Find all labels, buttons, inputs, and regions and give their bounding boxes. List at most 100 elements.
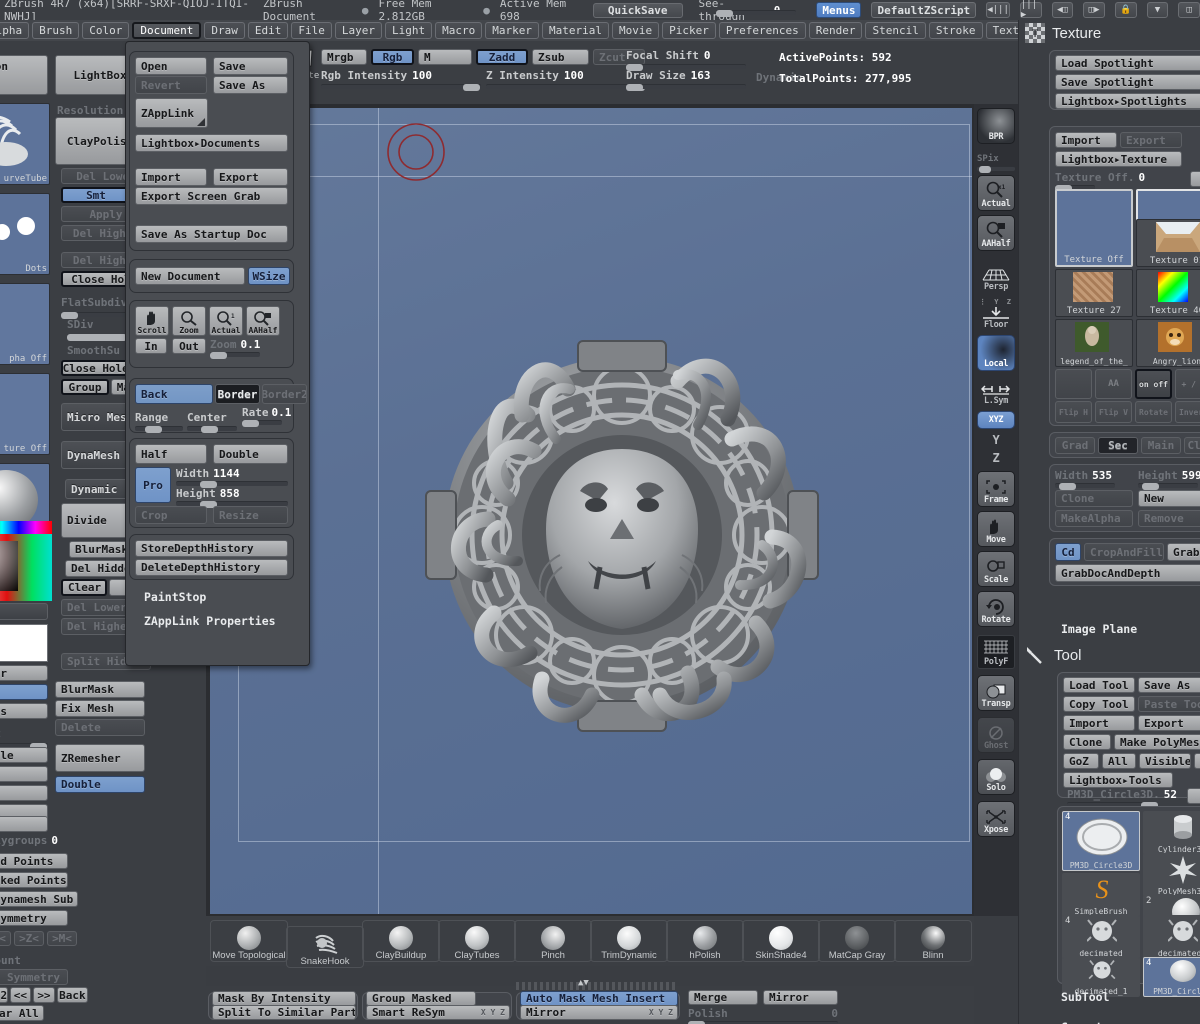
grad-button[interactable]: Grad	[1055, 437, 1095, 454]
document-canvas[interactable]	[210, 108, 972, 914]
lsym-button[interactable]: L.Sym	[977, 377, 1015, 407]
tool-thumb-0[interactable]: 4 PM3D_Circle3D	[1062, 811, 1140, 871]
save-spotlight-button[interactable]: Save Spotlight	[1055, 74, 1200, 90]
texture-export-button[interactable]: Export	[1120, 132, 1182, 148]
zoom-out-button[interactable]: Out	[172, 338, 206, 354]
menu-item-material[interactable]: Material	[541, 22, 609, 39]
texture-remove-button[interactable]: Remove	[1138, 510, 1200, 527]
menu-item-color[interactable]: Color	[82, 22, 130, 39]
divider-handle[interactable]: ▲▼	[516, 978, 676, 990]
front-row[interactable]: ont Clear All	[0, 1005, 88, 1021]
brush-slot-9[interactable]: Blinn	[894, 920, 972, 962]
texture-clone-button[interactable]: Clone	[1055, 490, 1133, 507]
open-button[interactable]: Open	[135, 57, 207, 75]
makealpha-button[interactable]: MakeAlpha	[1055, 510, 1133, 527]
menu-item-preferences[interactable]: Preferences	[718, 22, 806, 39]
document-menu-popup[interactable]: Open Save Revert Save As ZAppLink Lightb…	[125, 41, 310, 666]
texture-thumb-2[interactable]: Texture 01	[1136, 219, 1200, 267]
revert-button[interactable]: Revert	[135, 76, 207, 94]
crop-button[interactable]: Crop	[135, 506, 207, 524]
switch-color-button[interactable]: tchColor	[0, 665, 48, 681]
zremesher-button[interactable]: ZRemesher	[55, 744, 145, 772]
axis-m-button[interactable]: >M<	[47, 931, 77, 946]
brush-slot-5[interactable]: TrimDynamic	[590, 920, 668, 962]
texture-thumb-4[interactable]: Texture 40	[1136, 269, 1200, 317]
tool-slider-r-button[interactable]	[1187, 788, 1200, 804]
texture-thumb-0[interactable]: Texture Off	[1055, 189, 1133, 267]
tool-save-as-button[interactable]: Save As	[1138, 677, 1200, 693]
smt-button[interactable]: Smt	[61, 187, 131, 203]
local-button[interactable]: Local	[977, 335, 1015, 371]
spix-slider[interactable]: SPix	[977, 146, 1015, 173]
texture-new-button[interactable]: New	[1138, 490, 1200, 507]
goz-button[interactable]: GoZ	[1063, 753, 1099, 769]
back-button[interactable]: Back	[56, 987, 88, 1003]
brush-slot-8[interactable]: MatCap Gray	[818, 920, 896, 962]
cd-button[interactable]: Cd	[1055, 543, 1081, 561]
export-button[interactable]: Export	[213, 168, 288, 186]
canvas-area[interactable]	[206, 104, 974, 916]
fix-mesh-button[interactable]: Fix Mesh	[55, 700, 145, 717]
zapplink-properties-label[interactable]: ZAppLink Properties	[144, 614, 276, 628]
border-button[interactable]: Border	[215, 384, 260, 404]
menu-item-light[interactable]: Light	[384, 22, 433, 39]
save-as-button[interactable]: Save As	[213, 76, 288, 94]
menu-item-stencil[interactable]: Stencil	[865, 22, 926, 39]
polyf-button[interactable]: PolyF	[977, 635, 1015, 669]
export-screen-grab-button[interactable]: Export Screen Grab	[135, 187, 288, 205]
flip-h-button[interactable]: Flip H	[1055, 401, 1092, 423]
mask-by-intensity-button[interactable]: Mask By Intensity	[212, 991, 356, 1006]
double-size-button[interactable]: Double	[213, 444, 288, 464]
color-swatches[interactable]	[0, 624, 48, 662]
pro-button[interactable]: Pro	[135, 467, 171, 503]
xpose-button[interactable]: Xpose	[977, 801, 1015, 837]
tool-clone-button[interactable]: Clone	[1063, 734, 1111, 750]
width-slider[interactable]: Width 1144	[176, 467, 288, 488]
ghost-button[interactable]: Ghost	[977, 717, 1015, 753]
floor-button[interactable]: ⋮ Y Z Floor	[977, 297, 1015, 331]
color-picker[interactable]	[0, 521, 52, 601]
grow-mask-button[interactable]: wMask	[0, 816, 48, 832]
delete-button[interactable]: Delete	[55, 719, 145, 736]
texture-width-slider[interactable]: Width 535	[1055, 469, 1133, 490]
blurmask-button-2[interactable]: BlurMask	[55, 681, 145, 698]
height-slider[interactable]: Height 858	[176, 487, 288, 508]
sec-button[interactable]: Sec	[1098, 437, 1138, 454]
texture-r-button[interactable]: R	[1190, 171, 1200, 187]
on-off-dial-icon[interactable]: on off	[1135, 369, 1172, 399]
geometry-label[interactable]: Geometry	[1061, 1020, 1116, 1024]
aa-dial-icon[interactable]: AA	[1095, 369, 1132, 399]
texture-thumb-6[interactable]: Angry_lion	[1136, 319, 1200, 367]
menu-item-layer[interactable]: Layer	[334, 22, 382, 39]
delete-depth-history-button[interactable]: DeleteDepthHistory	[135, 559, 288, 576]
copy-tool-button[interactable]: Copy Tool	[1063, 696, 1135, 712]
aahalf-view-button[interactable]: AAHalf	[977, 215, 1015, 251]
xyz-button[interactable]: XYZ	[977, 411, 1015, 429]
backface-mask-button[interactable]: kfaceMas	[0, 703, 48, 719]
projection-master-button[interactable]: ojection ster	[0, 55, 48, 95]
load-spotlight-button[interactable]: Load Spotlight	[1055, 55, 1200, 71]
axis-y-button[interactable]: >Y<	[0, 931, 11, 946]
grabdoc-button[interactable]: GrabDoc	[1167, 543, 1200, 561]
menu-item-edit[interactable]: Edit	[247, 22, 289, 39]
focal-shift-slider[interactable]: Focal Shift 0	[626, 49, 746, 71]
split-to-similar-parts-button[interactable]: Split To Similar Parts	[212, 1005, 356, 1020]
mirror-button[interactable]: Mirror	[763, 990, 838, 1005]
group-visible-button[interactable]: upVisible	[0, 747, 48, 763]
inverse-button[interactable]: erse	[0, 785, 48, 801]
merge-button[interactable]: Merge	[688, 990, 758, 1005]
lock-icon[interactable]: 🔒	[1114, 2, 1137, 18]
mirror-inner-button[interactable]: Mirror X Y Z	[520, 1005, 678, 1020]
brush-slot-6[interactable]: hPolish	[666, 920, 744, 962]
zscript-button[interactable]: DefaultZScript	[871, 2, 977, 18]
lightbox-spotlights-button[interactable]: Lightbox▸Spotlights	[1055, 93, 1200, 109]
tool-r-button[interactable]: R	[1194, 753, 1200, 769]
main-button[interactable]: Main	[1141, 437, 1181, 454]
prev-window-icon[interactable]: ◀◫	[1051, 2, 1074, 18]
gradient-dial-icon[interactable]	[1055, 369, 1092, 399]
wsize-button[interactable]: WSize	[248, 267, 290, 285]
smart-resym-button[interactable]: Smart ReSym X Y Z	[366, 1005, 510, 1020]
lightbox-tools-button[interactable]: Lightbox▸Tools	[1063, 772, 1173, 788]
image-plane-label[interactable]: Image Plane	[1061, 622, 1137, 636]
new-document-button[interactable]: New Document	[135, 267, 245, 285]
